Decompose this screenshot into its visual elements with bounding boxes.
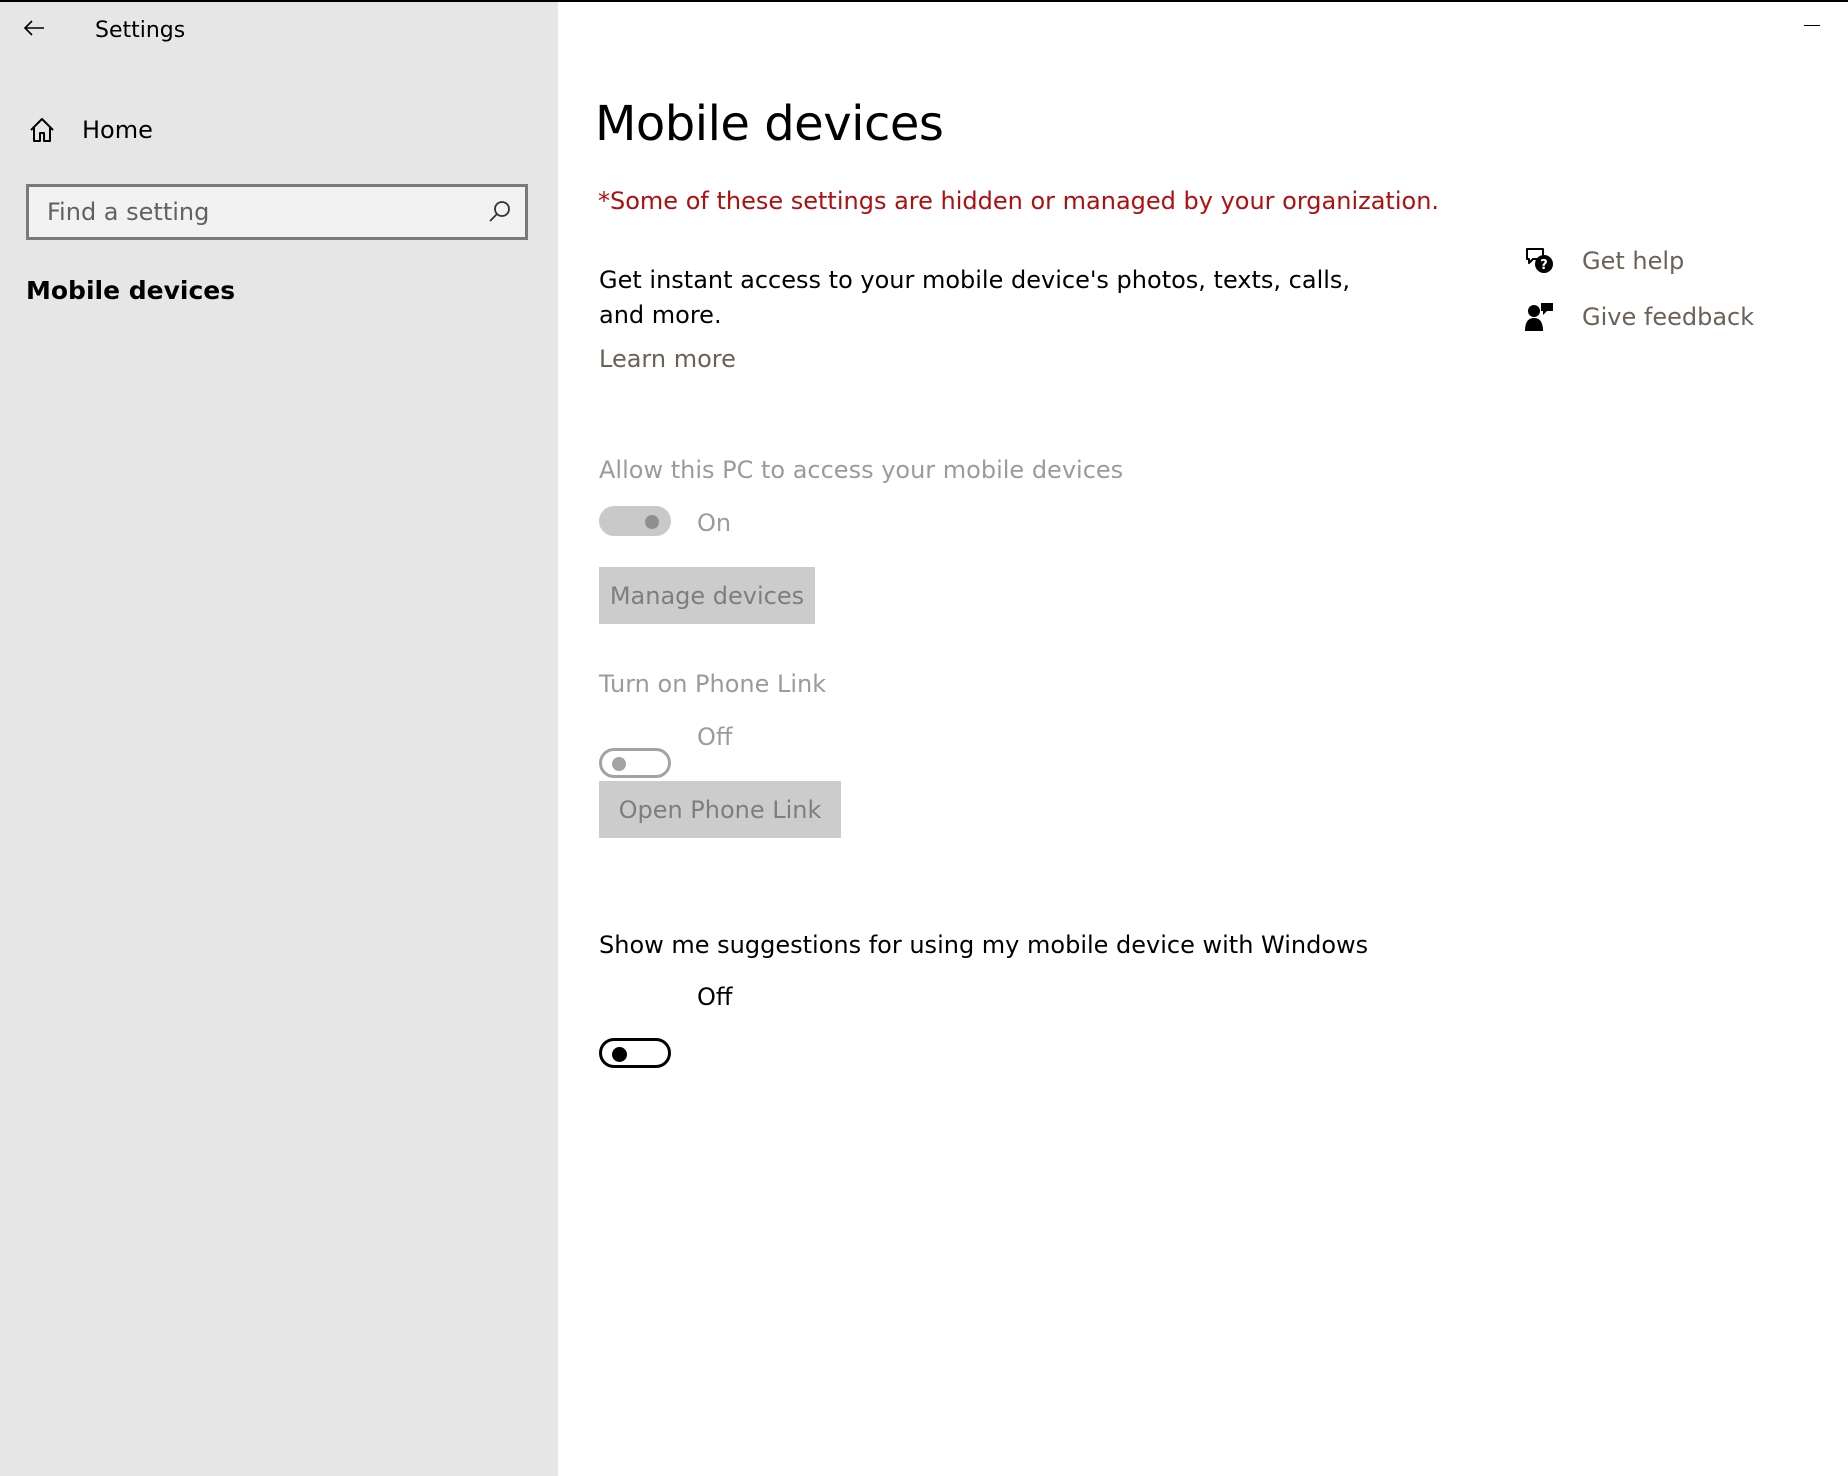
phone-link-label: Turn on Phone Link xyxy=(599,670,827,698)
search-icon[interactable] xyxy=(487,199,513,225)
feedback-person-icon xyxy=(1522,300,1556,334)
help-chat-icon: ? xyxy=(1522,244,1556,278)
phone-link-state: Off xyxy=(697,723,733,751)
toggle-knob xyxy=(645,515,659,529)
get-help-label: Get help xyxy=(1582,247,1685,275)
managed-warning: *Some of these settings are hidden or ma… xyxy=(598,187,1440,215)
page-title: Mobile devices xyxy=(595,96,944,152)
toggle-knob xyxy=(612,757,626,771)
sidebar-item-label: Home xyxy=(82,116,153,144)
learn-more-link[interactable]: Learn more xyxy=(599,345,736,373)
allow-access-state: On xyxy=(697,509,732,537)
window-title: Settings xyxy=(95,18,186,43)
suggestions-state: Off xyxy=(697,983,733,1011)
allow-access-toggle[interactable] xyxy=(599,506,671,536)
suggestions-toggle[interactable] xyxy=(599,1038,671,1068)
give-feedback-link[interactable]: Give feedback xyxy=(1522,300,1754,334)
search-input[interactable] xyxy=(47,187,467,237)
sidebar-item-home[interactable]: Home xyxy=(20,108,540,152)
page-description: Get instant access to your mobile device… xyxy=(599,266,1351,329)
open-phone-link-button[interactable]: Open Phone Link xyxy=(599,781,841,838)
manage-devices-button[interactable]: Manage devices xyxy=(599,567,815,624)
toggle-knob xyxy=(612,1047,627,1062)
sidebar-section-title: Mobile devices xyxy=(26,276,236,305)
svg-text:?: ? xyxy=(1540,258,1548,273)
search-box[interactable] xyxy=(26,184,528,240)
allow-access-label: Allow this PC to access your mobile devi… xyxy=(599,456,1124,484)
get-help-link[interactable]: ? Get help xyxy=(1522,244,1684,278)
minimize-icon xyxy=(1804,25,1820,26)
back-button[interactable] xyxy=(14,8,54,48)
phone-link-toggle[interactable] xyxy=(599,748,671,778)
suggestions-label: Show me suggestions for using my mobile … xyxy=(599,931,1369,959)
give-feedback-label: Give feedback xyxy=(1582,303,1755,331)
back-arrow-icon xyxy=(23,20,44,36)
minimize-button[interactable] xyxy=(1790,14,1834,38)
home-icon xyxy=(20,108,64,152)
